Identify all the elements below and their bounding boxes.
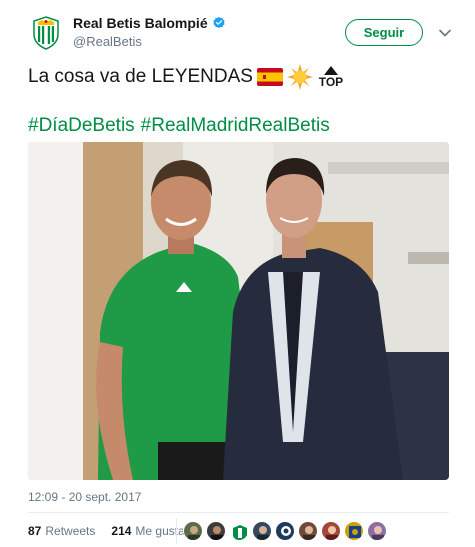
tweet-timestamp[interactable]: 12:09 - 20 sept. 2017 (28, 490, 141, 504)
liker-avatar[interactable] (252, 521, 272, 541)
liker-avatars (183, 521, 387, 541)
follow-button[interactable]: Seguir (345, 19, 423, 46)
liker-avatar[interactable] (183, 521, 203, 541)
liker-avatar[interactable] (229, 521, 249, 541)
liker-avatar[interactable] (298, 521, 318, 541)
tweet-stats: 87 Retweets 214 Me gusta (28, 524, 185, 538)
top-label: TOP (318, 75, 344, 89)
hashtag-link[interactable]: #DíaDeBetis (28, 115, 135, 137)
hashtag-link[interactable]: #RealMadridRealBetis (141, 115, 330, 137)
likes-count: 214 (111, 524, 132, 538)
account-handle[interactable]: @RealBetis (73, 34, 226, 49)
display-name[interactable]: Real Betis Balompié (73, 15, 226, 31)
tweet-text: La cosa va de LEYENDAS TOP (28, 64, 345, 90)
liker-avatar[interactable] (367, 521, 387, 541)
display-name-text[interactable]: Real Betis Balompié (73, 15, 208, 31)
liker-avatar[interactable] (321, 521, 341, 541)
likes-label: Me gusta (135, 524, 185, 538)
divider (28, 512, 449, 513)
liker-avatar[interactable] (275, 521, 295, 541)
top-arrow-icon: TOP (317, 66, 345, 88)
real-betis-crest-icon[interactable] (28, 15, 64, 51)
sun-icon (286, 64, 313, 90)
liker-avatar[interactable] (206, 521, 226, 541)
chevron-down-icon[interactable] (438, 26, 452, 40)
likes-stat[interactable]: 214 Me gusta (111, 524, 184, 538)
retweets-count: 87 (28, 524, 42, 538)
photo-two-men-icon (28, 142, 449, 480)
tweet-photo[interactable] (28, 142, 449, 480)
spain-flag-icon (256, 68, 283, 86)
retweets-stat[interactable]: 87 Retweets (28, 524, 95, 538)
liker-avatar[interactable] (344, 521, 364, 541)
tweet-header: Real Betis Balompié @RealBetis Seguir (28, 12, 458, 56)
hashtags: #DíaDeBetis #RealMadridRealBetis (28, 115, 330, 137)
verified-badge-icon (213, 16, 225, 29)
account-name-block[interactable]: Real Betis Balompié @RealBetis (73, 15, 226, 49)
tweet-text-body: La cosa va de LEYENDAS (28, 66, 253, 87)
retweets-label: Retweets (45, 524, 96, 538)
stats-divider (176, 518, 177, 544)
